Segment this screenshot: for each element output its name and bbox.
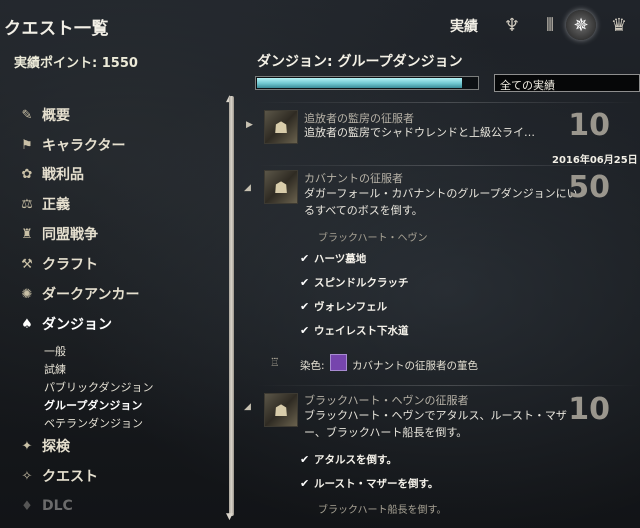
collapse-arrow-icon[interactable]: ◢	[244, 402, 251, 412]
justice-icon: ⚖	[21, 196, 33, 212]
entry-description: ダガーフォール・カバナントのグループダンジョンにい	[304, 187, 578, 200]
sidebar-item-label: DLC	[42, 498, 73, 514]
sidebar-item-character[interactable]: ⚑ キャラクター	[16, 134, 125, 156]
window-title: クエスト一覧	[4, 19, 109, 39]
bars-icon[interactable]: ⫴	[535, 10, 565, 40]
category-progress-bar	[255, 76, 479, 90]
task-label: アタルスを倒す。	[314, 453, 397, 466]
entry-description: るすべてのボスを倒す。	[304, 204, 423, 217]
entry-points: 10	[568, 108, 610, 143]
entry-description: 追放者の監房でシャドウレンドと上級公ライ…	[304, 126, 535, 139]
sidebar-item-craft[interactable]: ⚒ クラフト	[16, 253, 98, 275]
collapse-arrow-icon[interactable]: ◢	[244, 183, 251, 193]
sidebar-item-label: 戦利品	[42, 167, 84, 183]
entry-date: 2016年06月25日	[552, 155, 638, 166]
craft-icon: ⚒	[21, 256, 33, 272]
sidebar-item-dungeon[interactable]: ♠ ダンジョン	[16, 313, 112, 335]
alliance-war-icon: ♜	[21, 226, 33, 242]
sidebar-item-explore[interactable]: ✦ 探検	[16, 435, 70, 457]
progress-fill	[257, 78, 462, 88]
filter-dropdown[interactable]: 全ての実績	[494, 74, 640, 92]
dark-anchor-icon: ✺	[21, 286, 33, 302]
entry-points: 10	[568, 392, 610, 427]
task-label: ヴォレンフェル	[314, 300, 388, 313]
entry-name: カバナントの征服者	[304, 172, 403, 185]
entry-thumbnail: ☗	[264, 110, 298, 144]
entry-thumbnail: ☗	[264, 393, 298, 427]
checkmark-icon: ✔	[300, 299, 310, 313]
dungeon-icon: ♠	[21, 316, 33, 332]
task-label-incomplete: ブラックハート船長を倒す。	[318, 505, 447, 516]
section-title-achievements: 実績	[450, 19, 478, 35]
sidebar-item-label: クエスト	[42, 469, 98, 485]
sidebar-item-label: 正義	[42, 197, 70, 213]
task-item: ✔ スピンドルクラッチ	[300, 274, 409, 290]
entry-thumbnail: ☗	[264, 170, 298, 204]
wings-icon[interactable]: ♆	[497, 10, 527, 40]
sidebar-item-label: 探検	[42, 439, 70, 455]
checkmark-icon: ✔	[300, 452, 310, 466]
sidebar-item-label: 概要	[42, 108, 70, 124]
star-emblem-icon[interactable]: ✵	[566, 10, 596, 40]
entry-description: ー、ブラックハート船長を倒す。	[304, 426, 468, 439]
banner-icon: ⚑	[21, 137, 33, 153]
scrollbar[interactable]	[229, 96, 234, 516]
checkmark-icon: ✔	[300, 323, 310, 337]
entry-points: 50	[568, 170, 610, 205]
dlc-icon: ♦	[21, 498, 33, 514]
category-title: ダンジョン: グループダンジョン	[257, 54, 463, 70]
task-item: ✔ ルースト・マザーを倒す。	[300, 475, 438, 491]
achievement-points: 実績ポイント: 1550	[14, 56, 138, 71]
sidebar-item-label: ダークアンカー	[42, 287, 140, 303]
task-item: ✔ アタルスを倒す。	[300, 451, 397, 467]
sidebar-item-justice[interactable]: ⚖ 正義	[16, 193, 70, 215]
sidebar-item-quest[interactable]: ✧ クエスト	[16, 465, 98, 487]
subcategory-group-dungeon[interactable]: グループダンジョン	[44, 397, 142, 413]
sidebar-item-label: ダンジョン	[42, 317, 112, 333]
entry-description: ブラックハート・ヘヴンでアタルス、ルースト・マザ	[304, 409, 567, 422]
entry-name: ブラックハート・ヘヴンの征服者	[304, 394, 469, 407]
subcategory-general[interactable]: 一般	[44, 343, 66, 359]
entry-divider	[256, 102, 640, 103]
task-group-label: ブラックハート・ヘヴン	[318, 233, 428, 244]
trophy-icon[interactable]: ♛	[604, 10, 634, 40]
task-item: ✔ ヴォレンフェル	[300, 298, 387, 314]
checkmark-icon: ✔	[300, 251, 310, 265]
entry-divider	[256, 165, 640, 166]
sidebar-item-label: 同盟戦争	[42, 227, 98, 243]
scroll-down-arrow-icon[interactable]: ▼	[226, 512, 233, 522]
task-label: スピンドルクラッチ	[314, 276, 409, 289]
sidebar-item-summary[interactable]: ✎ 概要	[16, 104, 70, 126]
checkmark-icon: ✔	[300, 476, 310, 490]
sidebar-item-loot[interactable]: ✿ 戦利品	[16, 163, 84, 185]
task-item: ✔ ハーツ墓地	[300, 250, 366, 266]
subcategory-trials[interactable]: 試練	[44, 361, 66, 377]
sidebar-item-dark-anchor[interactable]: ✺ ダークアンカー	[16, 283, 140, 305]
subcategory-veteran-dungeon[interactable]: ベテランダンジョン	[44, 415, 143, 431]
task-label: ハーツ墓地	[314, 252, 367, 265]
quest-icon: ✧	[21, 468, 33, 484]
reward-chest-icon: ♖	[270, 356, 280, 369]
explore-icon: ✦	[21, 438, 33, 454]
sidebar-item-label: キャラクター	[42, 138, 126, 154]
loot-icon: ✿	[21, 166, 33, 182]
dye-color-swatch	[330, 354, 347, 371]
reward-label: 染色:	[300, 360, 325, 372]
scroll-icon: ✎	[21, 107, 33, 123]
sidebar-item-dlc[interactable]: ♦ DLC	[16, 495, 73, 517]
task-label: ルースト・マザーを倒す。	[314, 477, 439, 490]
task-label: ウェイレスト下水道	[314, 324, 409, 337]
reward-name: カバナントの征服者の菫色	[352, 360, 478, 372]
task-item: ✔ ウェイレスト下水道	[300, 322, 409, 338]
sidebar-item-label: クラフト	[42, 257, 98, 273]
sidebar-item-alliance-war[interactable]: ♜ 同盟戦争	[16, 223, 98, 245]
checkmark-icon: ✔	[300, 275, 310, 289]
expand-arrow-icon[interactable]: ▶	[246, 120, 253, 130]
entry-divider	[256, 385, 640, 386]
subcategory-public-dungeon[interactable]: パブリックダンジョン	[44, 379, 154, 395]
